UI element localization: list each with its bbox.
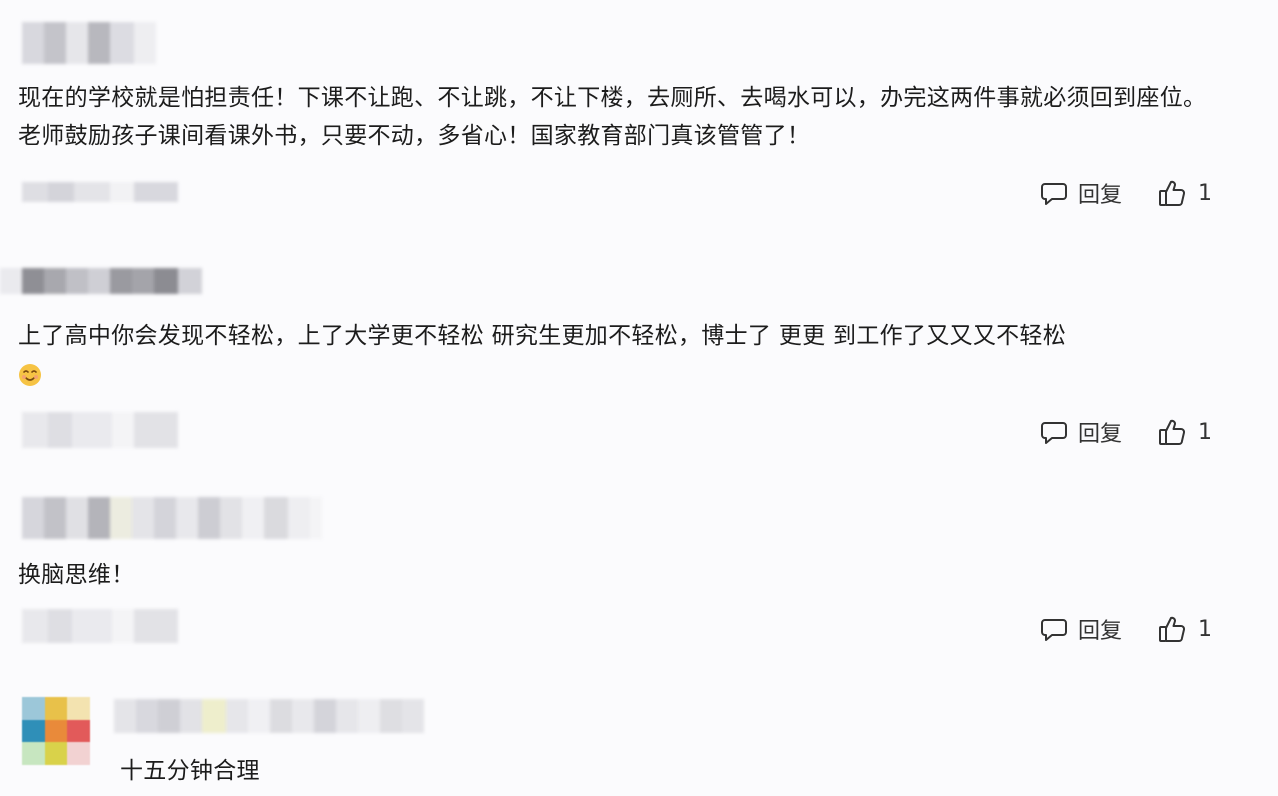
thumbs-up-icon: [1159, 180, 1185, 206]
thumbs-up-icon: [1159, 616, 1185, 642]
like-button[interactable]: 1: [1158, 615, 1212, 643]
comment-bubble-icon: [1040, 619, 1067, 641]
reply-button[interactable]: 回复: [1040, 416, 1122, 448]
comment-text: 换脑思维！: [18, 562, 135, 588]
username-blurred[interactable]: [114, 699, 424, 733]
username-blurred[interactable]: [22, 497, 322, 539]
like-count: 1: [1198, 180, 1212, 206]
avatar[interactable]: [22, 697, 90, 765]
reply-button[interactable]: 回复: [1040, 177, 1122, 209]
comment-actions: 回复 1: [1040, 415, 1212, 449]
like-button[interactable]: 1: [1158, 179, 1212, 207]
comment-actions: 回复 1: [1040, 612, 1212, 646]
reply-button[interactable]: 回复: [1040, 613, 1122, 645]
reply-label: 回复: [1077, 619, 1122, 644]
comment-item: 现在的学校就是怕担责任！下课不让跑、不让跳，不让下楼，去厕所、去喝水可以，办完这…: [0, 0, 1278, 240]
comment-meta-blurred: [22, 182, 178, 202]
comment-bubble-icon: [1040, 183, 1067, 205]
thumbs-up-icon: [1159, 419, 1185, 445]
smiling-face-icon: [19, 363, 41, 386]
comment-bubble-icon: [1040, 422, 1067, 444]
username-blurred[interactable]: [22, 22, 156, 64]
username-blurred[interactable]: [0, 268, 202, 294]
comment-actions: 回复 1: [1040, 176, 1212, 210]
comment-text: 十五分钟合理: [120, 758, 260, 784]
comment-text: 现在的学校就是怕担责任！下课不让跑、不让跳，不让下楼，去厕所、去喝水可以，办完这…: [18, 85, 1207, 149]
comment-item: 十五分钟合理: [0, 685, 1278, 796]
comment-text: 上了高中你会发现不轻松，上了大学更不轻松 研究生更加不轻松，博士了 更更 到工作…: [18, 317, 1218, 393]
comment-item: 换脑思维！ 回复 1: [0, 485, 1278, 685]
comment-meta-blurred: [22, 609, 178, 643]
like-button[interactable]: 1: [1158, 418, 1212, 446]
comment-text-body: 上了高中你会发现不轻松，上了大学更不轻松 研究生更加不轻松，博士了 更更 到工作…: [18, 323, 1067, 349]
comment-item: 上了高中你会发现不轻松，上了大学更不轻松 研究生更加不轻松，博士了 更更 到工作…: [0, 240, 1278, 485]
reply-label: 回复: [1077, 422, 1122, 447]
comment-meta-blurred: [22, 412, 178, 448]
like-count: 1: [1198, 419, 1212, 445]
like-count: 1: [1198, 616, 1212, 642]
reply-label: 回复: [1077, 183, 1122, 208]
